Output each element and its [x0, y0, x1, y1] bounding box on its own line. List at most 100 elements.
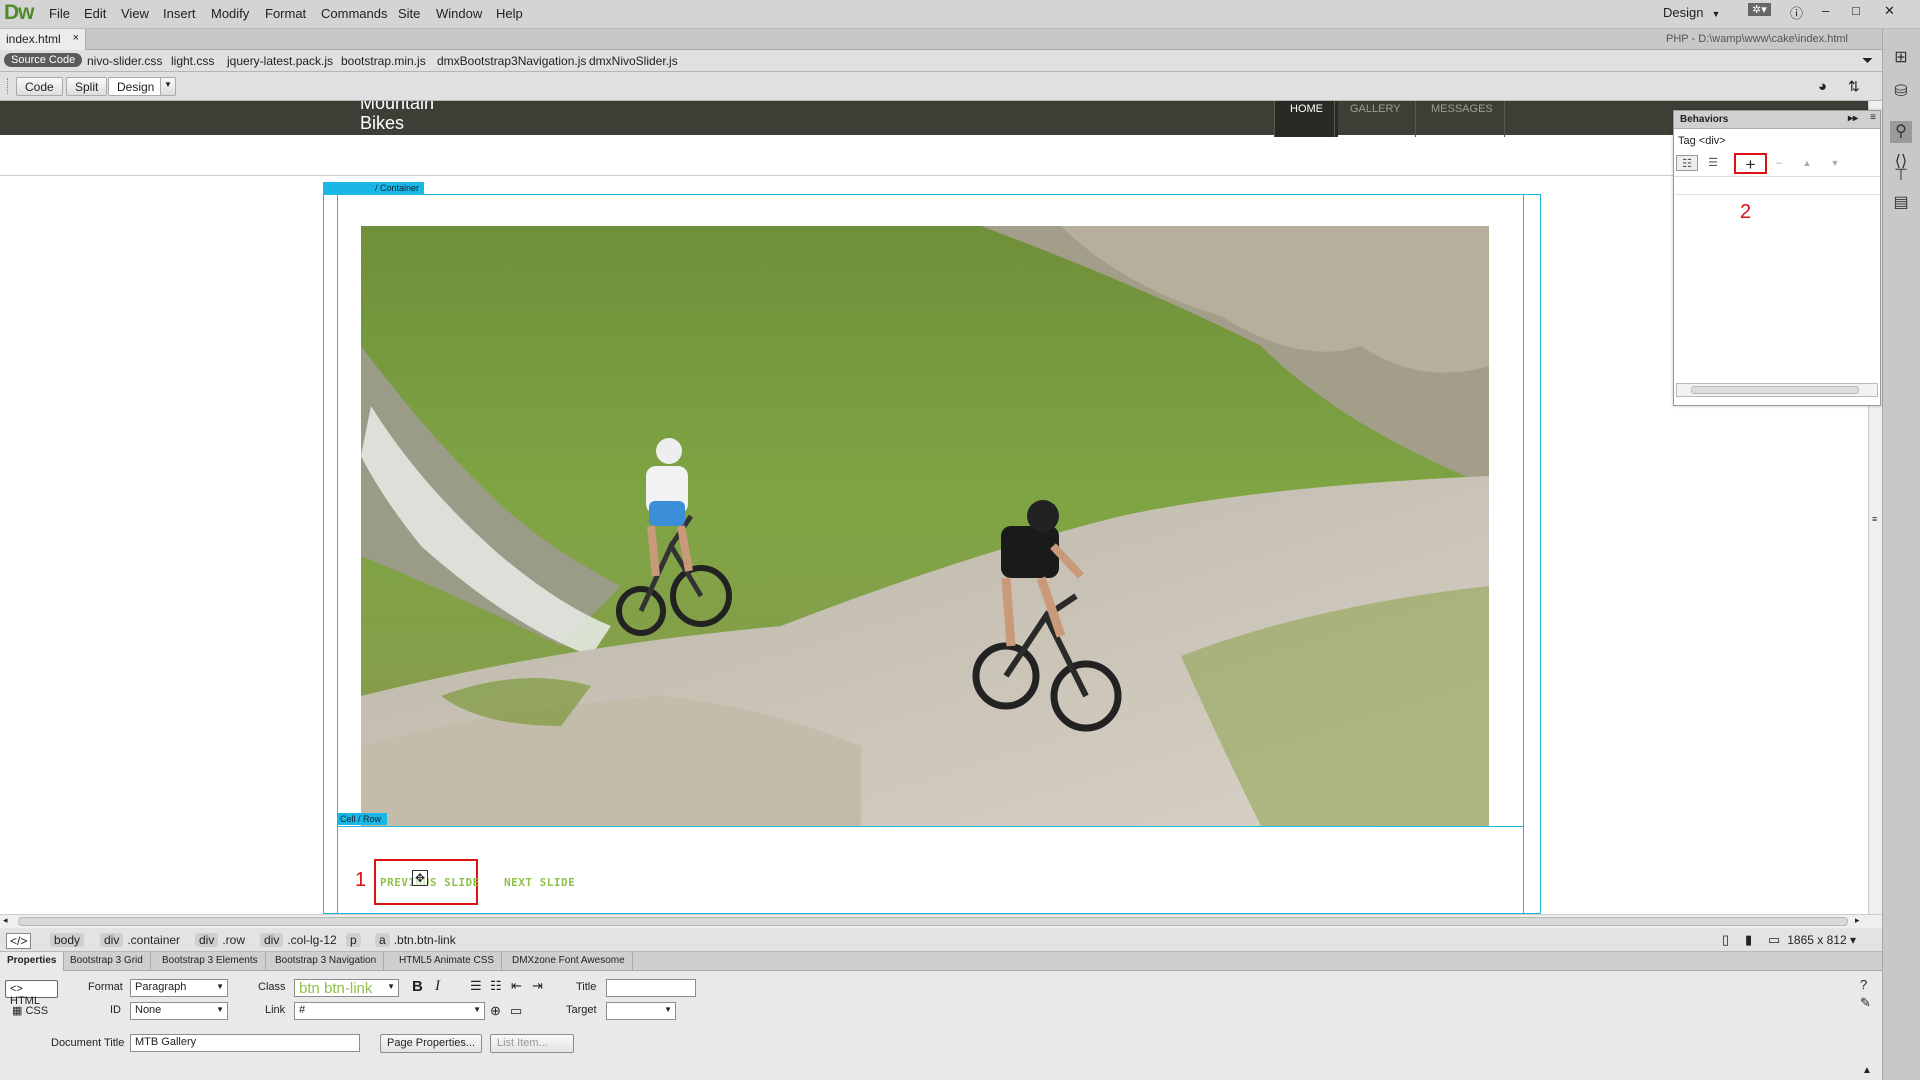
- edit-icon[interactable]: ✎: [1860, 995, 1871, 1011]
- scroll-thumb[interactable]: [1691, 386, 1859, 394]
- related-file[interactable]: bootstrap.min.js: [341, 54, 426, 68]
- css-mode-button[interactable]: ▦ CSS: [12, 1004, 48, 1017]
- add-behavior-button[interactable]: +: [1734, 153, 1767, 174]
- scroll-left-icon[interactable]: ◂: [3, 915, 8, 926]
- panel-menu-icon[interactable]: ≡: [1870, 112, 1876, 123]
- point-to-file-icon[interactable]: ⊕: [490, 1003, 501, 1019]
- tab-font-awesome[interactable]: DMXzone Font Awesome: [505, 952, 633, 971]
- help-icon[interactable]: ?: [1860, 977, 1867, 992]
- desktop-size-icon[interactable]: ▭: [1768, 932, 1780, 948]
- maximize-icon[interactable]: □: [1852, 3, 1860, 18]
- gear-icon[interactable]: ✲▾: [1748, 3, 1771, 16]
- file-management-icon[interactable]: ⇅: [1848, 78, 1860, 95]
- info-icon[interactable]: ⓘ: [1790, 3, 1803, 22]
- menu-file[interactable]: File: [49, 6, 70, 21]
- tablet-size-icon[interactable]: ▮: [1745, 932, 1752, 948]
- mobile-size-icon[interactable]: ▯: [1722, 932, 1729, 948]
- site-brand[interactable]: Mountain Bikes: [360, 101, 434, 133]
- outdent-icon[interactable]: ⇤: [511, 978, 522, 994]
- workspace-switcher[interactable]: Design ▼: [1663, 5, 1720, 20]
- design-view[interactable]: Mountain Bikes HOME GALLERY MESSAGES / C…: [0, 101, 1868, 914]
- scroll-right-icon[interactable]: ▸: [1855, 915, 1860, 926]
- class-select[interactable]: btn btn-link ▼: [294, 979, 399, 997]
- horizontal-scrollbar[interactable]: ◂ ▸: [0, 914, 1882, 928]
- scroll-thumb[interactable]: [18, 917, 1848, 926]
- folder-icon[interactable]: ▭: [510, 1003, 522, 1019]
- behaviors-panel-title[interactable]: Behaviors ▸▸ ≡: [1674, 111, 1880, 129]
- unordered-list-icon[interactable]: ☰: [470, 978, 482, 994]
- chevron-down-icon[interactable]: ▼: [160, 77, 176, 96]
- related-file[interactable]: nivo-slider.css: [87, 54, 162, 68]
- page-properties-button[interactable]: Page Properties...: [380, 1034, 483, 1053]
- show-set-events-icon[interactable]: ☷: [1676, 155, 1698, 171]
- tab-bootstrap-elements[interactable]: Bootstrap 3 Elements: [155, 952, 266, 971]
- title-input[interactable]: [606, 979, 696, 997]
- code-view-button[interactable]: Code: [16, 77, 63, 96]
- list-item-button[interactable]: List Item...: [490, 1034, 574, 1053]
- filter-icon[interactable]: ⏷: [1862, 52, 1873, 69]
- behaviors-list[interactable]: [1674, 183, 1880, 195]
- next-slide-button[interactable]: NEXT SLIDE: [504, 876, 575, 889]
- sitemap-icon[interactable]: ⊤: [1890, 165, 1912, 187]
- id-select[interactable]: None ▼: [130, 1002, 228, 1020]
- remove-behavior-icon[interactable]: –: [1768, 155, 1790, 171]
- link-input[interactable]: # ▼: [294, 1002, 485, 1020]
- behaviors-scrollbar[interactable]: [1676, 383, 1878, 397]
- crumb-a[interactable]: a .btn.btn-link: [375, 933, 456, 947]
- tab-bootstrap-grid[interactable]: Bootstrap 3 Grid: [63, 952, 151, 971]
- crumb-col[interactable]: div .col-lg-12: [260, 933, 337, 947]
- split-view-button[interactable]: Split: [66, 77, 108, 96]
- bold-button[interactable]: B: [412, 978, 423, 995]
- previous-slide-button[interactable]: PREVIOUS SLIDE: [380, 876, 480, 889]
- nav-gallery[interactable]: GALLERY: [1334, 101, 1416, 137]
- document-tab[interactable]: index.html ×: [0, 29, 86, 50]
- behaviors-panel-icon[interactable]: ⚲: [1890, 121, 1912, 143]
- indent-icon[interactable]: ⇥: [532, 978, 543, 994]
- crumb-row[interactable]: div .row: [195, 933, 245, 947]
- related-file[interactable]: dmxNivoSlider.js: [589, 54, 678, 68]
- nav-home[interactable]: HOME: [1274, 101, 1338, 137]
- move-up-icon[interactable]: ▲: [1796, 155, 1818, 171]
- globe-icon[interactable]: ◕: [1818, 78, 1827, 95]
- related-file[interactable]: dmxBootstrap3Navigation.js: [437, 54, 586, 68]
- menu-help[interactable]: Help: [496, 6, 523, 21]
- menu-view[interactable]: View: [121, 6, 149, 21]
- ordered-list-icon[interactable]: ☷: [490, 978, 502, 994]
- related-file[interactable]: light.css: [171, 54, 214, 68]
- window-size-readout[interactable]: 1865 x 812 ▾: [1787, 933, 1856, 947]
- close-tab-icon[interactable]: ×: [73, 32, 79, 44]
- menu-commands[interactable]: Commands: [321, 6, 387, 21]
- italic-button[interactable]: I: [435, 978, 440, 995]
- menu-format[interactable]: Format: [265, 6, 306, 21]
- slider-image[interactable]: [361, 226, 1489, 826]
- design-view-button[interactable]: Design: [108, 77, 164, 96]
- row-guide-label[interactable]: Cell / Row: [337, 813, 387, 825]
- insert-panel-icon[interactable]: ⊞: [1890, 47, 1912, 69]
- tab-bootstrap-navigation[interactable]: Bootstrap 3 Navigation: [268, 952, 385, 971]
- crumb-container[interactable]: div .container: [100, 933, 180, 947]
- close-icon[interactable]: ✕: [1884, 3, 1895, 19]
- target-select[interactable]: ▼: [606, 1002, 676, 1020]
- html-mode-button[interactable]: <> HTML: [5, 980, 58, 1007]
- crumb-p[interactable]: p: [346, 933, 365, 947]
- collapse-panel-icon[interactable]: ▸▸: [1848, 113, 1858, 124]
- show-all-events-icon[interactable]: ☰: [1702, 155, 1724, 171]
- source-code-button[interactable]: Source Code: [4, 53, 83, 67]
- format-select[interactable]: Paragraph ▼: [130, 979, 228, 997]
- database-icon[interactable]: ⛁: [1890, 81, 1912, 103]
- move-down-icon[interactable]: ▼: [1824, 155, 1846, 171]
- tab-html5-animate[interactable]: HTML5 Animate CSS: [392, 952, 503, 971]
- document-title-input[interactable]: MTB Gallery: [130, 1034, 360, 1052]
- menu-edit[interactable]: Edit: [84, 6, 106, 21]
- minimize-icon[interactable]: –: [1822, 3, 1829, 18]
- tab-properties[interactable]: Properties: [0, 952, 65, 971]
- collapse-icon[interactable]: ▲: [1862, 1065, 1872, 1076]
- menu-site[interactable]: Site: [398, 6, 420, 21]
- crumb-body[interactable]: body: [50, 933, 88, 947]
- code-navigator-button[interactable]: </>: [6, 933, 32, 949]
- menu-insert[interactable]: Insert: [163, 6, 196, 21]
- menu-window[interactable]: Window: [436, 6, 482, 21]
- menu-modify[interactable]: Modify: [211, 6, 249, 21]
- related-file[interactable]: jquery-latest.pack.js: [227, 54, 333, 68]
- nav-messages[interactable]: MESSAGES: [1415, 101, 1505, 137]
